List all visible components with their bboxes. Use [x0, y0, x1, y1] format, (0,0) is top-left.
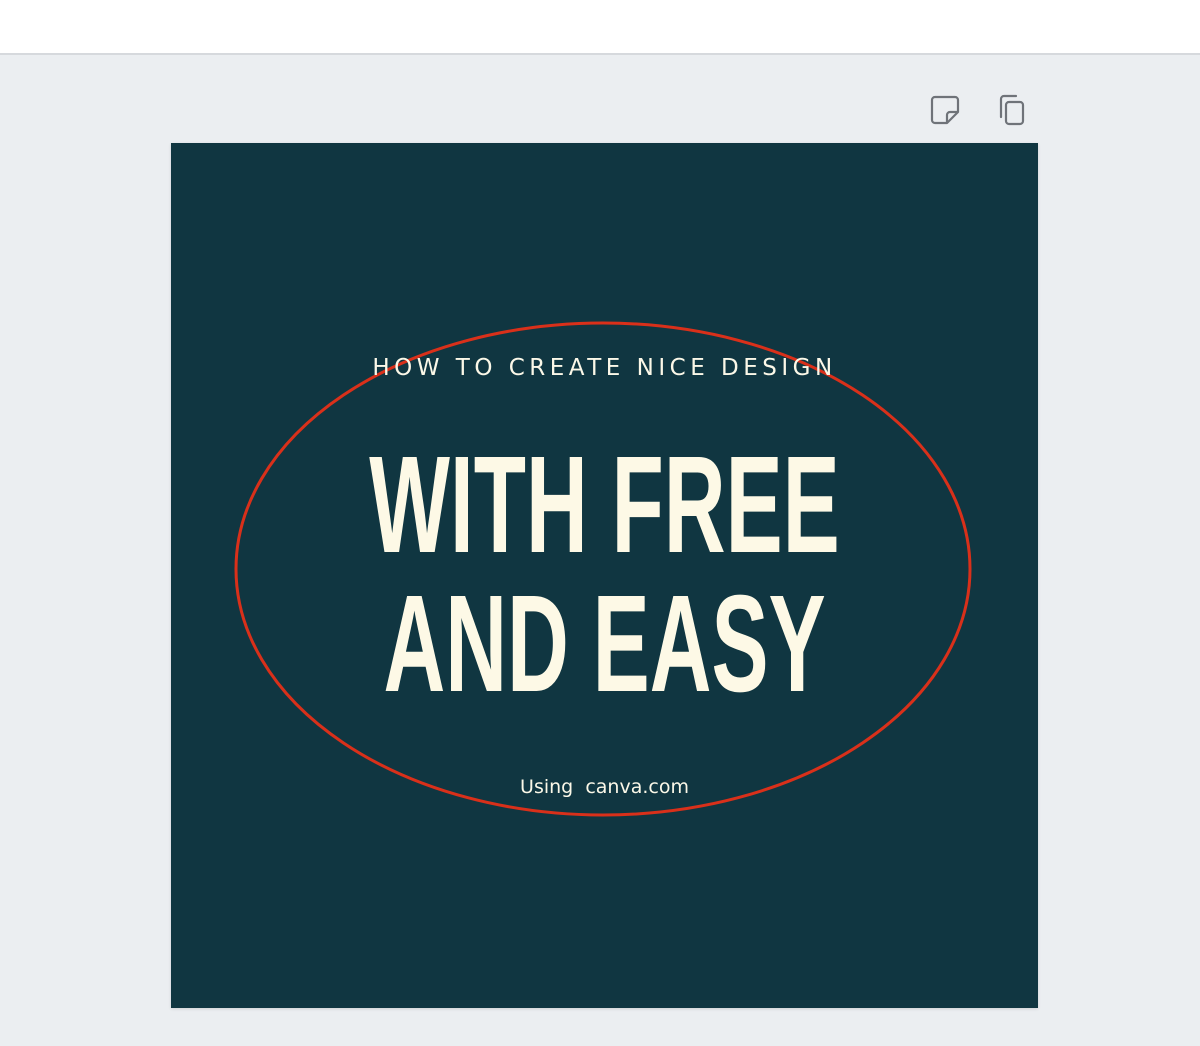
duplicate-page-button[interactable]	[992, 92, 1032, 128]
headline-line-2-text: AND EASY	[383, 567, 826, 721]
notes-button[interactable]	[925, 92, 965, 128]
headline-line-1-text: WITH FREE	[369, 428, 840, 582]
page-toolbar	[925, 92, 1035, 132]
footer-text[interactable]: Using canva.com	[171, 776, 1038, 798]
headline-line-1[interactable]: WITH FREE	[171, 436, 1038, 574]
sticky-note-icon	[929, 94, 961, 126]
duplicate-page-icon	[996, 93, 1028, 127]
design-page[interactable]: HOW TO CREATE NICE DESIGN WITH FREE AND …	[171, 143, 1038, 1008]
top-bar	[0, 0, 1200, 55]
headline-line-2[interactable]: AND EASY	[171, 575, 1038, 713]
subtitle-text[interactable]: HOW TO CREATE NICE DESIGN	[171, 355, 1038, 381]
